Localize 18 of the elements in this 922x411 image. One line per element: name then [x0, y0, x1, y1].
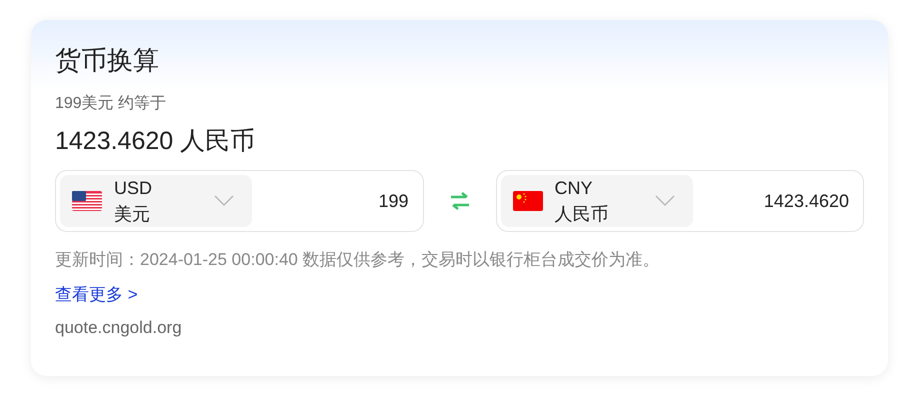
amount-field[interactable]: 199: [252, 188, 408, 214]
currency-name: 美元: [114, 203, 150, 226]
card-title: 货币换算: [55, 44, 160, 77]
result-text: 1423.4620 人民币: [55, 126, 256, 157]
more-link[interactable]: 查看更多 >: [55, 283, 138, 307]
currency-select[interactable]: CNY 人民币: [500, 175, 692, 227]
chevron-down-icon: [214, 195, 234, 207]
currency-name: 人民币: [554, 203, 608, 226]
flag-icon: [72, 191, 102, 211]
currency-code: USD: [114, 177, 152, 200]
source-text: quote.cngold.org: [55, 317, 183, 339]
summary-text: 199美元 约等于: [55, 94, 168, 114]
chevron-down-icon: [654, 195, 674, 207]
currency-select[interactable]: USD 美元: [60, 175, 252, 227]
update-note: 更新时间：2024-01-25 00:00:40 数据仅供参考，交易时以银行柜台成交价为准。: [55, 249, 661, 271]
flag-icon: [512, 191, 542, 211]
currency-code: CNY: [554, 177, 593, 200]
amount-field[interactable]: 1423.4620: [692, 188, 849, 214]
